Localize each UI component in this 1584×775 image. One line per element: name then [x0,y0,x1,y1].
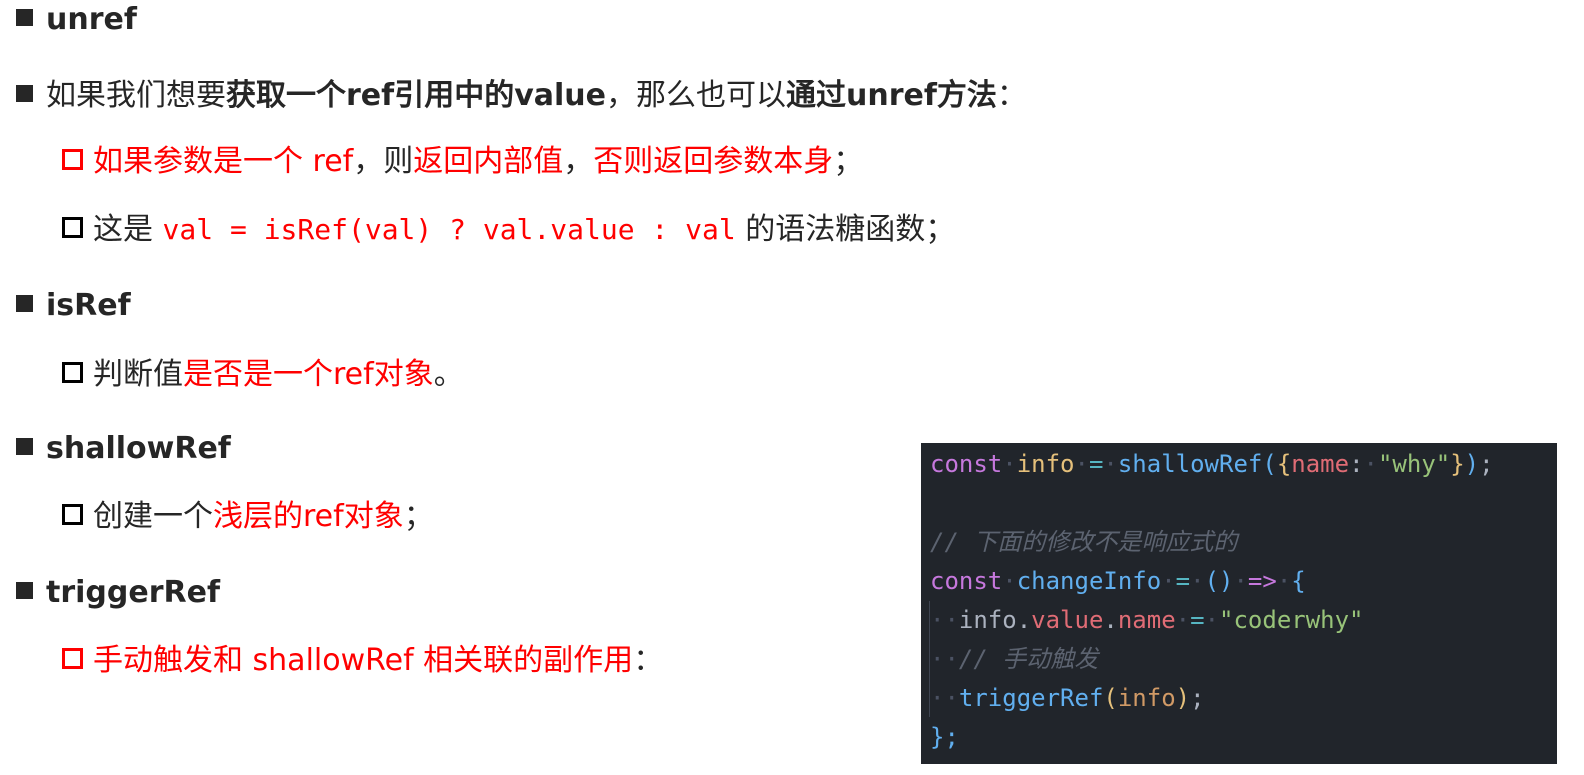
shallowref-sub-item-1: 创建一个浅层的ref对象； [62,497,434,537]
code-line-1: const·info·=·shallowRef({name:·"why"}); [930,450,1494,478]
hollow-square-bullet-icon [62,648,83,669]
code-line-comment-1: // 下面的修改不是响应式的 [930,528,1238,556]
heading-triggerref: triggerRef [16,573,220,613]
square-bullet-icon [16,9,33,26]
square-bullet-icon [16,85,33,102]
inline-code: val = isRef(val) ? val.value : val [162,213,736,246]
code-line-5: ··info.value.name·=·"coderwhy" [930,606,1364,634]
unref-sub-item-2: 这是 val = isRef(val) ? val.value : val 的语… [62,210,955,250]
heading-unref: unref [16,0,137,40]
code-line-8: }; [930,723,959,751]
unref-sub-item-1: 如果参数是一个 ref，则返回内部值，否则返回参数本身； [62,142,863,182]
unref-description: 如果我们想要获取一个ref引用中的value，那么也可以通过unref方法： [16,76,1027,116]
hollow-square-bullet-icon [62,149,83,170]
code-line-4: const·changeInfo·=·()·=>·{ [930,567,1306,595]
heading-shallowref: shallowRef [16,429,231,469]
heading-isref: isRef [16,286,131,326]
hollow-square-bullet-icon [62,362,83,383]
code-snippet-panel: const·info·=·shallowRef({name:·"why"}); … [921,443,1557,764]
isref-sub-item-1: 判断值是否是一个ref对象。 [62,355,464,395]
code-line-7: ··triggerRef(info); [930,684,1205,712]
triggerref-sub-item-1: 手动触发和 shallowRef 相关联的副作用： [62,641,663,681]
square-bullet-icon [16,582,33,599]
code-line-comment-2: ··// 手动触发 [930,645,1099,673]
square-bullet-icon [16,438,33,455]
square-bullet-icon [16,295,33,312]
hollow-square-bullet-icon [62,217,83,238]
hollow-square-bullet-icon [62,504,83,525]
